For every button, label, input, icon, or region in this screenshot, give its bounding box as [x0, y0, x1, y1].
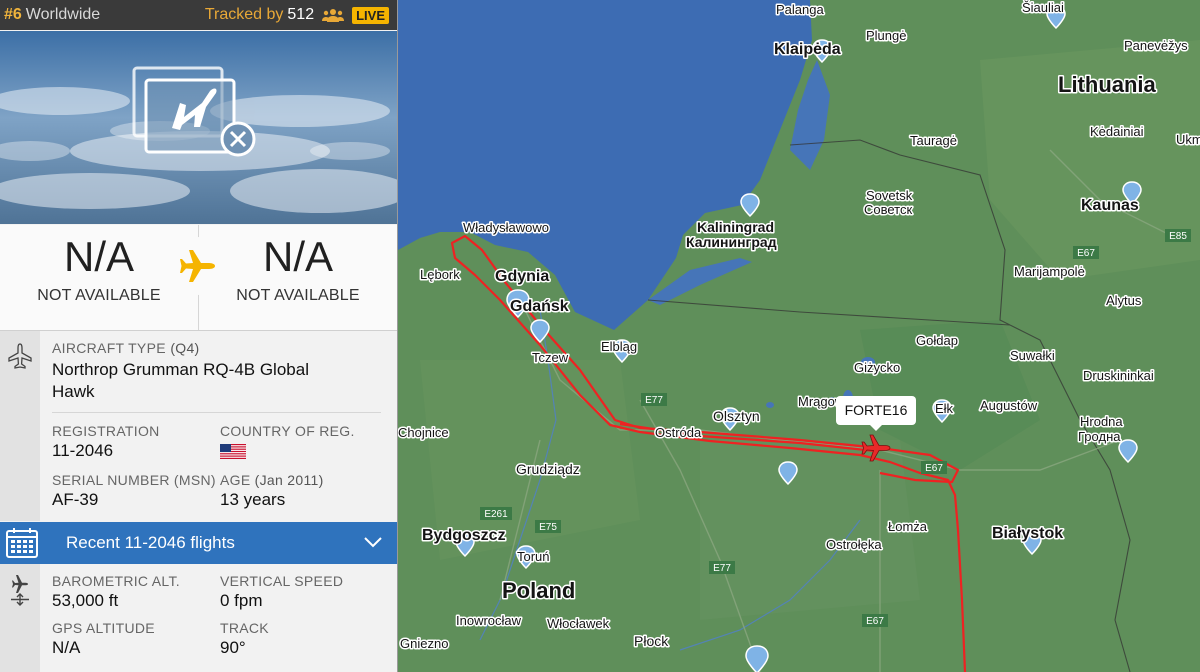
baro-alt-label: BAROMETRIC ALT.: [52, 573, 180, 589]
map-label-kaliningrad: Kaliningrad: [697, 219, 774, 235]
panel-header: #6 Worldwide Tracked by 512 LIVE: [0, 0, 397, 30]
age-label-row: AGE (Jan 2011): [220, 472, 324, 488]
airplane-icon: [8, 343, 32, 369]
road-e67-label: E67: [1077, 248, 1095, 259]
map-label-tczew: Tczew: [532, 350, 569, 365]
map-label-taurage: Tauragė: [910, 133, 957, 148]
map-label-sovetsk-cyr: Советск: [864, 202, 912, 217]
people-icon: [322, 8, 345, 22]
aircraft-details: AIRCRAFT TYPE (Q4) Northrop Grumman RQ-4…: [0, 331, 397, 521]
aircraft-type-name[interactable]: Northrop Grumman RQ-4B Global Hawk: [52, 359, 352, 403]
map-label-grudziadz: Grudziądz: [516, 461, 580, 477]
map-label-augustow: Augustów: [980, 398, 1038, 413]
map-label-poland: Poland: [502, 578, 575, 603]
map-label-kedainiai: Kėdainiai: [1090, 124, 1144, 139]
route-section: N/A NOT AVAILABLE N/A NOT AVAILABLE: [0, 225, 397, 331]
aircraft-type-label: AIRCRAFT TYPE: [52, 340, 166, 356]
rank-badge: #6: [4, 6, 22, 23]
map-label-ukm: Ukm: [1176, 132, 1200, 147]
map-label-lithuania: Lithuania: [1058, 72, 1157, 97]
age-value: 13 years: [220, 490, 286, 509]
road-e77-label: E77: [645, 395, 663, 406]
gps-alt-value: N/A: [52, 638, 81, 657]
route-plane-icon: [168, 237, 226, 295]
serial-label: SERIAL NUMBER (MSN): [52, 472, 216, 488]
recent-flights-label: Recent 11-2046 flights: [66, 533, 235, 552]
road-e85-label: E85: [1169, 231, 1187, 242]
aircraft-type-row: AIRCRAFT TYPE (Q4): [52, 340, 389, 358]
map-label-elblag: Elbląg: [601, 339, 637, 354]
map-label-lebork: Lębork: [420, 267, 460, 282]
map-label-plunge: Plungė: [866, 28, 906, 43]
destination-code: N/A: [262, 233, 333, 280]
map-label-torun: Toruń: [517, 549, 550, 564]
flight-info-panel: #6 Worldwide Tracked by 512 LIVE N/A NOT…: [0, 0, 398, 672]
registration-value[interactable]: 11-2046: [52, 441, 220, 461]
map-label-ostroleka: Ostrołęka: [826, 537, 882, 552]
map-label-klaipeda: Klaipėda: [774, 41, 841, 58]
country-label: COUNTRY OF REG.: [220, 423, 355, 439]
callsign-label: FORTE16: [845, 402, 908, 418]
chevron-down-icon[interactable]: [363, 533, 383, 553]
origin-airport[interactable]: N/A NOT AVAILABLE: [0, 225, 198, 330]
map-label-gizycko: Giżycko: [854, 360, 900, 375]
map-label-elk: Ełk: [935, 401, 954, 416]
origin-name: NOT AVAILABLE: [37, 287, 161, 304]
us-flag-icon: [220, 444, 246, 459]
gps-alt-label: GPS ALTITUDE: [52, 620, 155, 636]
track-label: TRACK: [220, 620, 269, 636]
track-value: 90°: [220, 638, 246, 657]
tracked-by: Tracked by 512: [204, 6, 315, 23]
road-e77-label: E77: [713, 563, 731, 574]
map-label-bydgoszcz: Bydgoszcz: [422, 527, 506, 544]
map-label-olsztyn: Olsztyn: [713, 408, 760, 424]
map-label-chojnice: Chojnice: [398, 425, 449, 440]
road-e67-label: E67: [925, 463, 943, 474]
destination-airport[interactable]: N/A NOT AVAILABLE: [198, 225, 397, 330]
map-label-suwalki: Suwałki: [1010, 348, 1055, 363]
serial-value: AF-39: [52, 490, 99, 509]
tracked-count: 512: [287, 6, 315, 23]
map-label-hrodna-cyr: Гродна: [1078, 429, 1121, 444]
map-label-wladyslawowo: Władysławowo: [463, 220, 549, 235]
age-detail: (Jan 2011): [254, 472, 324, 488]
registration-label: REGISTRATION: [52, 423, 160, 439]
map-label-alytus: Alytus: [1106, 293, 1142, 308]
road-e261-label: E261: [484, 509, 508, 520]
map-label-ostroda: Ostróda: [655, 425, 702, 440]
destination-name: NOT AVAILABLE: [236, 287, 360, 304]
live-badge: LIVE: [352, 6, 389, 24]
road-e75-label: E75: [539, 522, 557, 533]
map-label-sovetsk: Sovetsk: [866, 188, 913, 203]
altitude-section: BAROMETRIC ALT. 53,000 ft VERTICAL SPEED…: [0, 564, 397, 672]
vertical-speed-value: 0 fpm: [220, 591, 263, 610]
calendar-icon: [2, 527, 42, 559]
map-label-panevezys: Panevėžys: [1124, 38, 1188, 53]
map-label-gniezno: Gniezno: [400, 636, 448, 651]
map-label-plock: Płock: [634, 633, 669, 649]
map-label-siauliai: Šiauliai: [1022, 0, 1064, 15]
recent-flights-toggle[interactable]: Recent 11-2046 flights: [0, 522, 397, 564]
aircraft-photo-placeholder[interactable]: [0, 31, 397, 224]
baro-alt-value: 53,000 ft: [52, 591, 119, 610]
map-label-kaunas: Kaunas: [1081, 197, 1139, 214]
map-label-gdansk: Gdańsk: [510, 298, 569, 315]
rank-scope: Worldwide: [25, 6, 101, 23]
map-label-wloclawek: Włocławek: [547, 616, 610, 631]
map-label-kaliningrad-cyr: Калининград: [686, 234, 777, 250]
map-label-druskininkai: Druskininkai: [1083, 368, 1154, 383]
altitude-icon: [11, 575, 29, 606]
aircraft-type-code: (Q4): [170, 340, 200, 356]
vertical-speed-label: VERTICAL SPEED: [220, 573, 344, 589]
map-label-palanga: Palanga: [776, 2, 824, 17]
road-e67-label: E67: [866, 616, 884, 627]
map-label-goldap: Gołdap: [916, 333, 958, 348]
map-label-bialystok: Białystok: [992, 525, 1063, 542]
map-label-gdynia: Gdynia: [495, 268, 549, 285]
map-label-lomza: Łomża: [888, 519, 928, 534]
map-label-hrodna: Hrodna: [1080, 414, 1123, 429]
map-label-marijampole: Marijampolė: [1014, 264, 1085, 279]
map-label-inowroclaw: Inowrocław: [456, 613, 522, 628]
